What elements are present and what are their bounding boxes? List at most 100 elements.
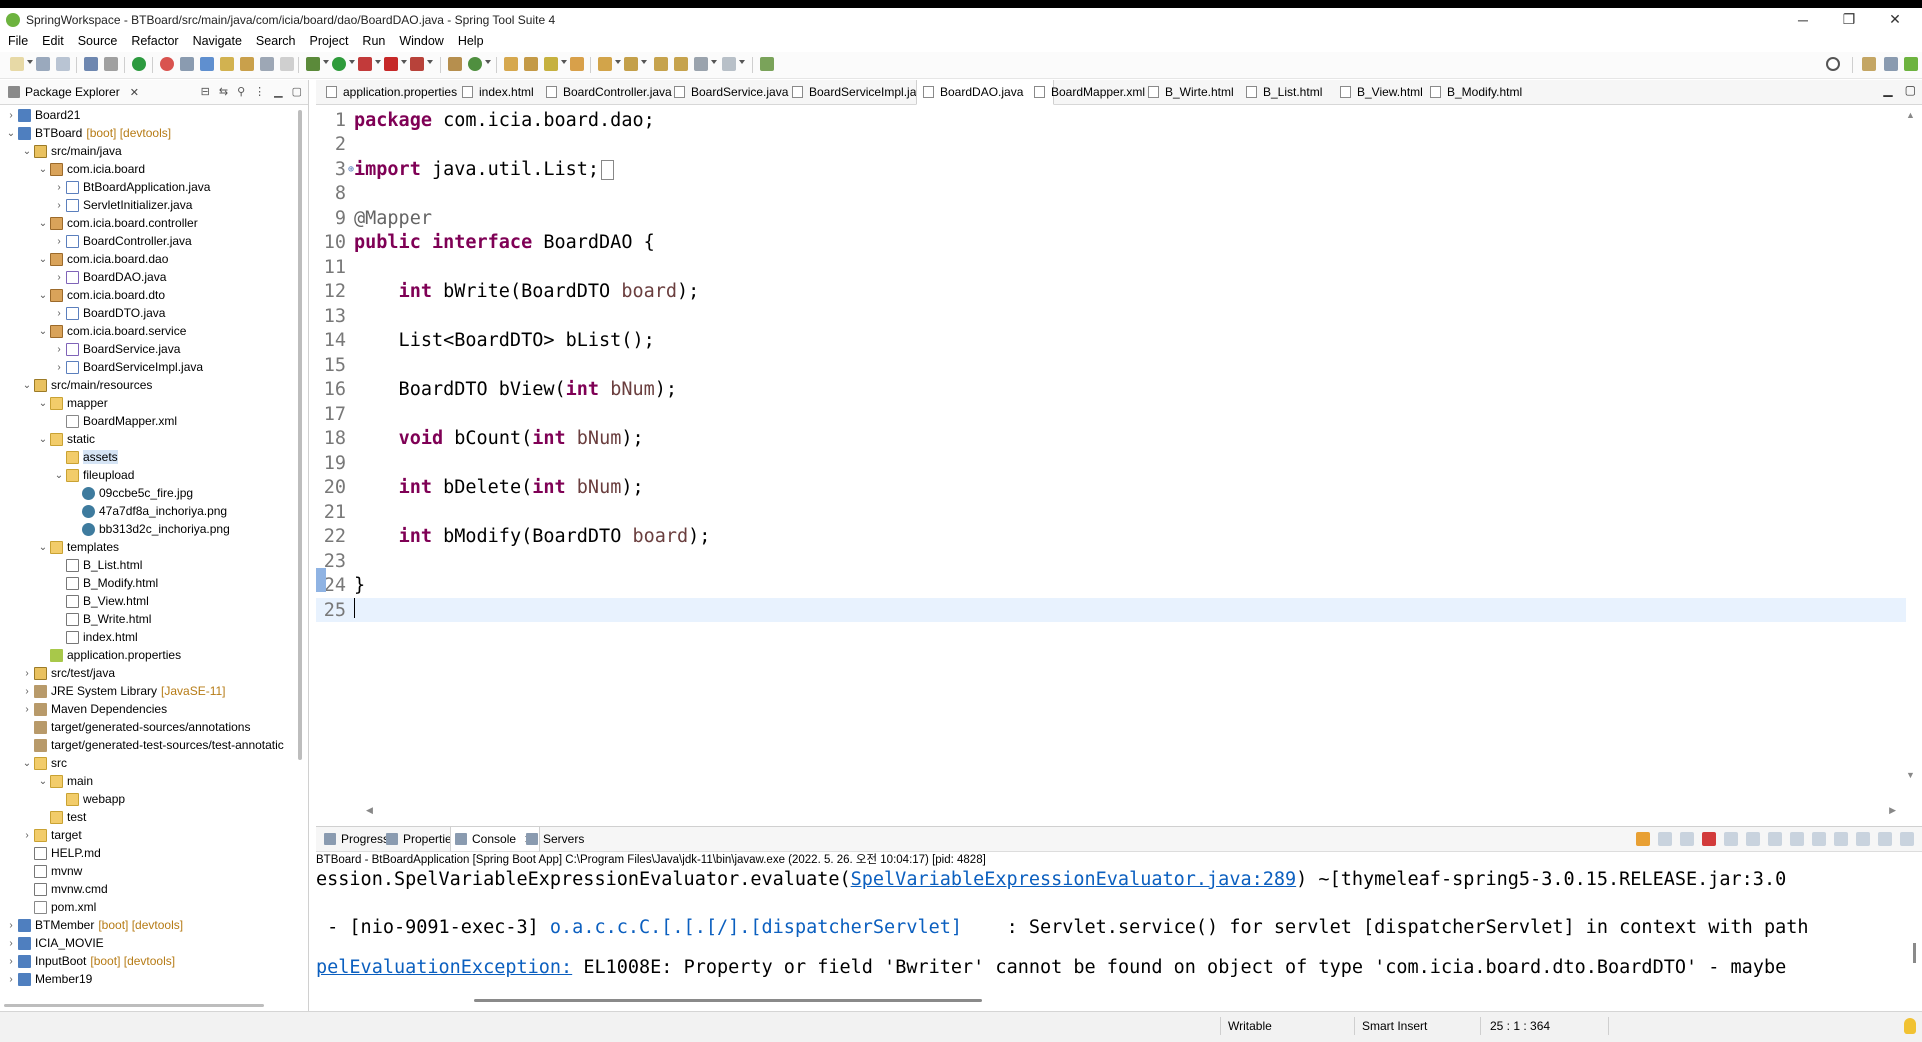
expand-toggle-icon[interactable]: ⌄: [36, 398, 50, 409]
expand-toggle-icon[interactable]: ›: [52, 344, 66, 355]
tree-item-btboard[interactable]: ⌄ BTBoard [boot] [devtools]: [0, 124, 296, 142]
menu-edit[interactable]: Edit: [34, 34, 70, 48]
expand-toggle-icon[interactable]: ⌄: [36, 164, 50, 175]
editor-vertical-scrollbar[interactable]: ▲ ▼: [1906, 110, 1916, 790]
tree-item-icia-movie[interactable]: › ICIA_MOVIE: [0, 934, 296, 952]
expand-toggle-icon[interactable]: ›: [52, 182, 66, 193]
tree-item-mvnw-cmd[interactable]: mvnw.cmd: [0, 880, 296, 898]
menu-navigate[interactable]: Navigate: [185, 34, 248, 48]
maximize-editor-icon[interactable]: ▢: [1905, 83, 1916, 97]
remove-all-icon[interactable]: [1680, 832, 1694, 846]
minimize-editor-icon[interactable]: ▁: [1883, 83, 1892, 97]
pin-console-icon[interactable]: [1636, 832, 1650, 846]
editor-tab-b-modify-html[interactable]: B_Modify.html: [1424, 80, 1532, 104]
menu-search[interactable]: Search: [248, 34, 302, 48]
tree-item-templates[interactable]: ⌄ templates: [0, 538, 296, 556]
tree-item-com-icia-board-dao[interactable]: ⌄ com.icia.board.dao: [0, 250, 296, 268]
maximize-button[interactable]: ❐: [1826, 8, 1872, 31]
new-class-icon[interactable]: [468, 57, 482, 71]
tree-item-src-main-resources[interactable]: ⌄ src/main/resources: [0, 376, 296, 394]
run-icon[interactable]: [332, 57, 346, 71]
tree-item-assets[interactable]: assets: [0, 448, 296, 466]
tree-item-boardservice-java[interactable]: › BoardService.java: [0, 340, 296, 358]
tree-item-maven-dependencies[interactable]: › Maven Dependencies: [0, 700, 296, 718]
code-line[interactable]: 14 List<BoardDTO> bList();: [316, 329, 1906, 353]
back-icon[interactable]: [694, 57, 708, 71]
tree-item-mvnw[interactable]: mvnw: [0, 862, 296, 880]
maximize-view-icon[interactable]: ▢: [292, 85, 302, 98]
expand-toggle-icon[interactable]: ⌄: [36, 254, 50, 265]
tree-item-fileupload[interactable]: ⌄ fileupload: [0, 466, 296, 484]
link-with-editor-icon[interactable]: ⇆: [219, 85, 228, 98]
tree-item-board21[interactable]: › Board21: [0, 106, 296, 124]
new-icon[interactable]: [10, 57, 24, 71]
open-type-icon[interactable]: [200, 57, 214, 71]
expand-toggle-icon[interactable]: ⌄: [36, 326, 50, 337]
last-edit-icon[interactable]: [654, 57, 668, 71]
previous-annotation-icon[interactable]: [624, 57, 638, 71]
expand-toggle-icon[interactable]: ›: [4, 110, 18, 121]
remove-launch-icon[interactable]: [1658, 832, 1672, 846]
menu-file[interactable]: File: [0, 34, 34, 48]
expand-toggle-icon[interactable]: ⌄: [20, 146, 34, 157]
tree-item-b-modify-html[interactable]: B_Modify.html: [0, 574, 296, 592]
expand-toggle-icon[interactable]: ›: [52, 308, 66, 319]
open-resource-icon[interactable]: [570, 57, 584, 71]
tree-item-boardserviceimpl-java[interactable]: › BoardServiceImpl.java: [0, 358, 296, 376]
tree-item-mapper[interactable]: ⌄ mapper: [0, 394, 296, 412]
next-annotation-icon[interactable]: [598, 57, 612, 71]
back-dropdown-icon[interactable]: [711, 60, 717, 64]
save-icon[interactable]: [36, 57, 50, 71]
tree-item-b-write-html[interactable]: B_Write.html: [0, 610, 296, 628]
close-button[interactable]: ✕: [1872, 8, 1918, 31]
menu-run[interactable]: Run: [354, 34, 391, 48]
package-explorer-tab[interactable]: Package Explorer ✕: [8, 83, 139, 101]
code-line[interactable]: 3 ⊕ import java.util.List;: [316, 157, 1906, 181]
expand-toggle-icon[interactable]: ⌄: [4, 128, 18, 139]
annotation-next-icon[interactable]: [240, 57, 254, 71]
expand-toggle-icon[interactable]: ⌄: [36, 434, 50, 445]
mark-occurrences-icon[interactable]: [220, 57, 234, 71]
tree-item-com-icia-board-service[interactable]: ⌄ com.icia.board.service: [0, 322, 296, 340]
tree-item-servletinitializer-java[interactable]: › ServletInitializer.java: [0, 196, 296, 214]
tree-item-help-md[interactable]: HELP.md: [0, 844, 296, 862]
expand-toggle-icon[interactable]: ›: [20, 704, 34, 715]
scroll-left-icon[interactable]: ◀: [366, 805, 373, 817]
menu-project[interactable]: Project: [302, 34, 355, 48]
collapse-all-icon[interactable]: ⊟: [201, 85, 210, 98]
tree-item-target[interactable]: › target: [0, 826, 296, 844]
expand-toggle-icon[interactable]: ›: [4, 974, 18, 985]
forward-icon[interactable]: [722, 57, 736, 71]
expand-toggle-icon[interactable]: ⌄: [20, 758, 34, 769]
skip-breakpoints-icon[interactable]: [104, 57, 118, 71]
open-console-icon[interactable]: [84, 57, 98, 71]
editor-tab-index-html[interactable]: index.html: [456, 80, 544, 104]
code-line[interactable]: 23: [316, 549, 1906, 573]
menu-refactor[interactable]: Refactor: [123, 34, 184, 48]
expand-toggle-icon[interactable]: ›: [4, 938, 18, 949]
minimize-view-icon[interactable]: ▁: [274, 85, 282, 98]
code-line[interactable]: 24}: [316, 574, 1906, 598]
new-dropdown-icon[interactable]: [27, 60, 33, 64]
save-all-icon[interactable]: [56, 57, 70, 71]
code-line[interactable]: 2: [316, 133, 1906, 157]
code-line[interactable]: 12 int bWrite(BoardDTO board);: [316, 280, 1906, 304]
coverage-icon[interactable]: [358, 57, 372, 71]
tree-item-btmember[interactable]: › BTMember [boot] [devtools]: [0, 916, 296, 934]
debug-icon[interactable]: [306, 57, 320, 71]
open-task-icon[interactable]: [504, 57, 518, 71]
expand-toggle-icon[interactable]: ›: [20, 830, 34, 841]
console-settings-icon[interactable]: [1900, 832, 1914, 846]
exception-link[interactable]: pelEvaluationException:: [316, 957, 572, 978]
menu-window[interactable]: Window: [391, 34, 449, 48]
search-icon[interactable]: [1826, 57, 1840, 71]
expand-toggle-icon[interactable]: ⌄: [36, 542, 50, 553]
expand-toggle-icon[interactable]: ›: [20, 686, 34, 697]
tree-item-main[interactable]: ⌄ main: [0, 772, 296, 790]
expand-toggle-icon[interactable]: ›: [20, 668, 34, 679]
code-line[interactable]: 13: [316, 304, 1906, 328]
stacktrace-link[interactable]: SpelVariableExpressionEvaluator.java:289: [851, 869, 1297, 890]
tree-item-jre-system-library[interactable]: › JRE System Library [JavaSE-11]: [0, 682, 296, 700]
editor-tab-boardmapper-xml[interactable]: BoardMapper.xml: [1028, 80, 1155, 104]
code-line[interactable]: 20 int bDelete(int bNum);: [316, 476, 1906, 500]
